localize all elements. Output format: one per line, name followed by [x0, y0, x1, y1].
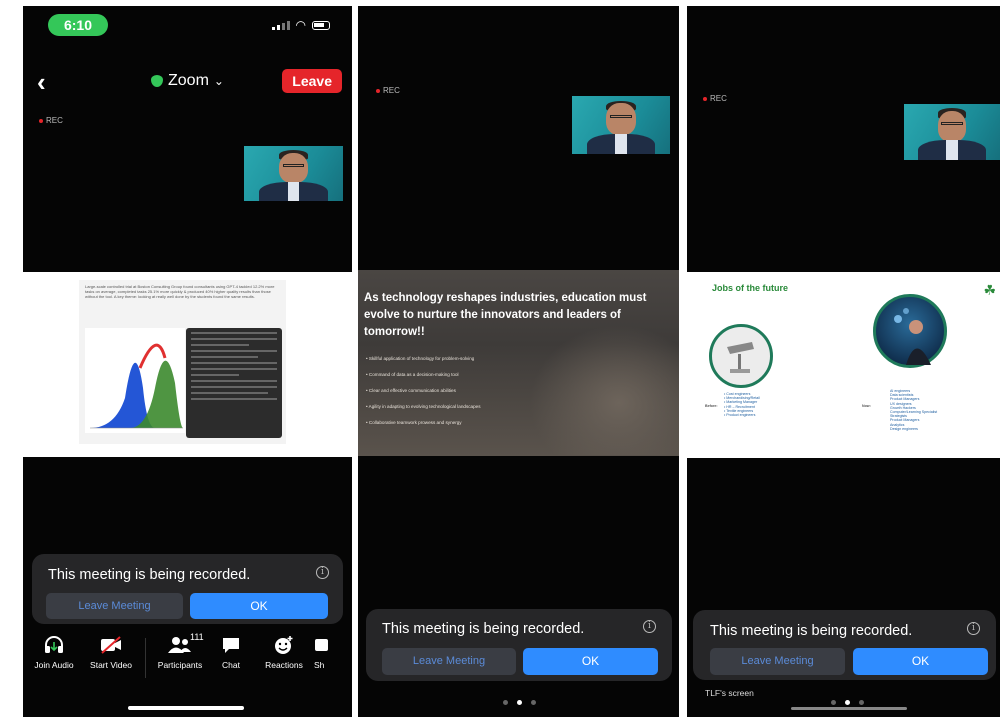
page-dot[interactable]	[503, 700, 508, 705]
phone-screen-3: REC Jobs of the future ☘ Before: • Cost …	[687, 6, 1000, 717]
chat-icon	[221, 634, 241, 656]
leave-meeting-button[interactable]: Leave Meeting	[382, 648, 516, 675]
reactions-button[interactable]: Reactions	[254, 634, 314, 686]
meeting-title-dropdown[interactable]: Zoom ⌄	[151, 72, 224, 90]
recording-message: This meeting is being recorded.	[710, 623, 913, 639]
leave-button[interactable]: Leave	[282, 69, 342, 93]
participants-label: Participants	[157, 660, 203, 670]
ok-button[interactable]: OK	[190, 593, 328, 619]
page-indicator[interactable]	[503, 700, 536, 705]
page-indicator[interactable]	[831, 700, 864, 705]
page-dot[interactable]	[859, 700, 864, 705]
chevron-down-icon: ⌄	[213, 74, 224, 88]
bullet-item: • Agility in adapting to evolving techno…	[366, 404, 481, 409]
presenter-video[interactable]	[904, 104, 1000, 160]
phone-screen-1: 6:10 ◠ ‹ Zoom ⌄ Leave REC Large-scale co…	[23, 6, 352, 717]
participants-icon	[168, 634, 192, 656]
recording-banner: This meeting is being recorded. i Leave …	[693, 610, 996, 680]
wifi-icon: ◠	[295, 18, 306, 32]
share-button[interactable]: Sh	[314, 634, 344, 686]
screenshot-collage: 6:10 ◠ ‹ Zoom ⌄ Leave REC Large-scale co…	[0, 0, 1000, 717]
recording-message: This meeting is being recorded.	[48, 567, 251, 583]
tree-logo-icon: ☘	[983, 282, 996, 298]
slide-caption: Large-scale controlled trial at Boston C…	[85, 284, 275, 299]
chat-label: Chat	[222, 660, 240, 670]
page-dot-active[interactable]	[845, 700, 850, 705]
video-off-icon	[100, 634, 122, 656]
join-audio-button[interactable]: Join Audio	[23, 634, 85, 686]
past-jobs-image	[709, 324, 773, 388]
page-dot-active[interactable]	[517, 700, 522, 705]
slide-content: Large-scale controlled trial at Boston C…	[79, 280, 286, 444]
future-jobs-image	[873, 294, 947, 368]
before-jobs-list: • Cost engineers • Merchandising/Retail …	[724, 392, 760, 418]
info-icon[interactable]: i	[643, 620, 656, 633]
headphones-icon	[44, 634, 64, 656]
reactions-icon	[274, 634, 294, 656]
record-dot-icon	[39, 118, 43, 123]
record-dot-icon	[703, 96, 707, 101]
distribution-plot	[85, 328, 185, 433]
participants-badge: 111	[190, 632, 204, 642]
participants-button[interactable]: 111 Participants	[152, 632, 208, 686]
screen-owner-label: TLF's screen	[705, 688, 754, 698]
chat-button[interactable]: Chat	[208, 634, 254, 686]
recording-banner: This meeting is being recorded. i Leave …	[32, 554, 343, 624]
home-indicator	[128, 706, 244, 710]
start-video-label: Start Video	[90, 660, 132, 670]
encryption-shield-icon	[151, 75, 163, 87]
slide-headline: As technology reshapes industries, educa…	[364, 292, 647, 338]
ok-button[interactable]: OK	[523, 648, 658, 675]
recording-indicator: REC	[39, 116, 63, 125]
rec-label: REC	[46, 116, 63, 125]
bullet-item: • Skillful application of technology for…	[366, 356, 475, 361]
presenter-video[interactable]	[244, 146, 343, 201]
shared-screen: As technology reshapes industries, educa…	[358, 270, 679, 456]
join-audio-label: Join Audio	[34, 660, 74, 670]
home-indicator	[791, 707, 907, 710]
before-label: Before:	[705, 404, 718, 408]
status-icons: ◠	[271, 18, 330, 32]
info-icon[interactable]: i	[967, 622, 980, 635]
share-label: Sh	[314, 660, 325, 670]
start-video-button[interactable]: Start Video	[85, 634, 137, 686]
status-time: 6:10	[48, 14, 108, 36]
battery-icon	[312, 20, 330, 30]
bullet-item: • Command of data as a decision-making t…	[366, 372, 459, 377]
page-dot[interactable]	[531, 700, 536, 705]
presenter-video[interactable]	[572, 96, 670, 154]
phone-screen-2: REC As technology reshapes industries, e…	[358, 6, 679, 717]
recording-banner: This meeting is being recorded. i Leave …	[366, 609, 672, 681]
toolbar-divider	[145, 638, 146, 678]
reactions-label: Reactions	[265, 660, 303, 670]
share-icon	[314, 634, 328, 656]
slide-title: Jobs of the future	[712, 283, 788, 293]
results-panel	[186, 328, 282, 438]
shared-screen: Large-scale controlled trial at Boston C…	[23, 272, 352, 457]
meeting-toolbar: Join Audio Start Video 111 Participants	[23, 632, 352, 686]
now-label: Now:	[862, 404, 871, 408]
leave-meeting-button[interactable]: Leave Meeting	[710, 648, 845, 675]
back-chevron-icon[interactable]: ‹	[37, 69, 46, 95]
slide-bullets: • Skillful application of technology for…	[366, 356, 481, 436]
recording-indicator: REC	[376, 86, 400, 95]
shared-screen: Jobs of the future ☘ Before: • Cost engi…	[687, 272, 1000, 458]
info-icon[interactable]: i	[316, 566, 329, 579]
recording-indicator: REC	[703, 94, 727, 103]
ok-button[interactable]: OK	[853, 648, 988, 675]
page-dot[interactable]	[831, 700, 836, 705]
rec-label: REC	[710, 94, 727, 103]
recording-message: This meeting is being recorded.	[382, 621, 585, 637]
record-dot-icon	[376, 88, 380, 93]
cellular-signal-icon	[271, 20, 290, 30]
now-jobs-list: AI engineers Data scientists Product Man…	[890, 389, 938, 431]
leave-meeting-button[interactable]: Leave Meeting	[46, 593, 183, 619]
rec-label: REC	[383, 86, 400, 95]
meeting-title: Zoom	[168, 72, 209, 89]
bullet-item: • Clear and effective communication abil…	[366, 388, 456, 393]
bullet-item: • Collaborative teamwork prowess and syn…	[366, 420, 462, 425]
